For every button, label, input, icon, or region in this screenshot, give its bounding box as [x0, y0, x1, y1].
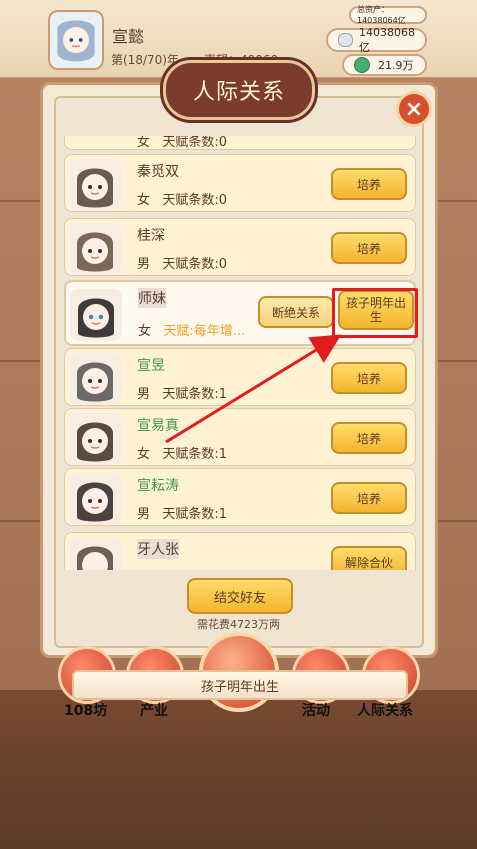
character-gender: 男 — [137, 387, 151, 402]
character-gender: 女 — [137, 193, 151, 208]
player-avatar[interactable] — [48, 10, 104, 70]
character-gender: 女 — [138, 324, 152, 339]
character-gender: 男 — [137, 257, 151, 272]
nav-label-108-workshop[interactable]: 108坊 — [64, 700, 107, 720]
make-friend-cost: 需花费4723万两 — [197, 618, 280, 631]
character-avatar[interactable] — [69, 353, 121, 405]
train-button[interactable]: 培养 — [331, 482, 407, 514]
character-name: 宣昱 — [137, 358, 165, 374]
character-avatar[interactable] — [70, 289, 122, 341]
silver-amount: 14038068亿 — [359, 25, 415, 54]
character-info: 女 天赋条数:0 — [137, 136, 227, 150]
app-root: 宣懿 第(18/70)年 声望：49060 总资产：14038064亿 1403… — [0, 0, 477, 849]
list-item: 牙人张 解除合伙 — [64, 532, 416, 570]
character-talent: 天赋条数:0 — [162, 136, 228, 150]
nav-label-industry[interactable]: 产业 — [140, 700, 168, 720]
list-item: 秦觅双 女 天赋条数:0 培养 — [64, 154, 416, 212]
total-assets-chip[interactable]: 总资产：14038064亿 — [349, 5, 427, 25]
list-item: 女 天赋条数:0 培养 — [64, 136, 416, 150]
character-talent: 天赋条数:0 — [162, 193, 228, 208]
character-talent: 天赋条数:1 — [162, 387, 228, 402]
character-avatar[interactable] — [69, 473, 121, 525]
character-avatar[interactable] — [69, 413, 121, 465]
character-name: 牙人张 — [137, 539, 179, 559]
character-info: 女 天赋条数:1 — [137, 443, 227, 462]
relationship-list[interactable]: 女 天赋条数:0 培养 秦觅双 女 天赋条数:0 — [64, 136, 416, 570]
character-gender: 女 — [137, 136, 151, 150]
character-info: 女 天赋:每年增... — [138, 320, 245, 339]
character-name: 宣耘涛 — [137, 478, 179, 494]
list-item: 桂深 男 天赋条数:0 培养 — [64, 218, 416, 276]
jade-amount: 21.9万 — [378, 59, 414, 72]
character-name: 宣易真 — [137, 418, 179, 434]
player-year: 第(18/70)年 — [111, 53, 179, 67]
list-item: 宣耘涛 男 天赋条数:1 培养 — [64, 468, 416, 526]
player-name: 宣懿 — [112, 27, 145, 46]
toast-message: 孩子明年出生 — [72, 670, 408, 700]
jade-chip[interactable]: 21.9万 — [342, 54, 427, 76]
panel-title-banner: 人际关系 — [163, 60, 315, 120]
character-avatar[interactable] — [69, 223, 121, 275]
character-info: 女 天赋条数:0 — [137, 189, 227, 208]
character-name: 桂深 — [137, 228, 165, 244]
nav-label-activity[interactable]: 活动 — [302, 700, 330, 720]
list-item: 宣昱 男 天赋条数:1 培养 — [64, 348, 416, 406]
dissolve-partnership-button[interactable]: 解除合伙 — [331, 546, 407, 570]
panel-title: 人际关系 — [192, 80, 285, 105]
character-talent: 天赋条数:1 — [162, 507, 228, 522]
character-talent: 天赋条数:0 — [162, 257, 228, 272]
character-name-masked: 牙人张 — [137, 539, 179, 559]
close-button[interactable]: × — [396, 91, 432, 127]
jade-icon — [354, 57, 370, 73]
train-button[interactable]: 培养 — [331, 362, 407, 394]
train-button[interactable]: 培养 — [331, 168, 407, 200]
character-talent: 天赋条数:1 — [162, 447, 228, 462]
character-info: 男 天赋条数:0 — [137, 253, 227, 272]
total-assets-text: 总资产：14038064亿 — [357, 5, 406, 25]
silver-chip[interactable]: 14038068亿 — [326, 25, 427, 54]
character-info: 男 天赋条数:1 — [137, 383, 227, 402]
list-item: 宣易真 女 天赋条数:1 培养 — [64, 408, 416, 466]
character-avatar[interactable] — [69, 159, 121, 211]
silver-icon — [338, 33, 353, 47]
character-info: 男 天赋条数:1 — [137, 503, 227, 522]
character-gender: 男 — [137, 507, 151, 522]
train-button[interactable]: 培养 — [331, 422, 407, 454]
character-avatar[interactable] — [69, 537, 121, 570]
highlight-box — [332, 288, 418, 338]
character-name-masked: 师妹 — [138, 288, 166, 308]
character-gender: 女 — [137, 447, 151, 462]
nav-label-relationships[interactable]: 人际关系 — [357, 700, 413, 720]
break-relationship-button[interactable]: 断绝关系 — [258, 296, 334, 328]
character-name: 秦觅双 — [137, 164, 179, 180]
train-button[interactable]: 培养 — [331, 232, 407, 264]
character-name: 师妹 — [138, 288, 166, 308]
make-friend-button[interactable]: 结交好友 — [187, 578, 293, 614]
close-icon: × — [404, 96, 424, 122]
character-talent: 天赋:每年增... — [163, 324, 246, 339]
